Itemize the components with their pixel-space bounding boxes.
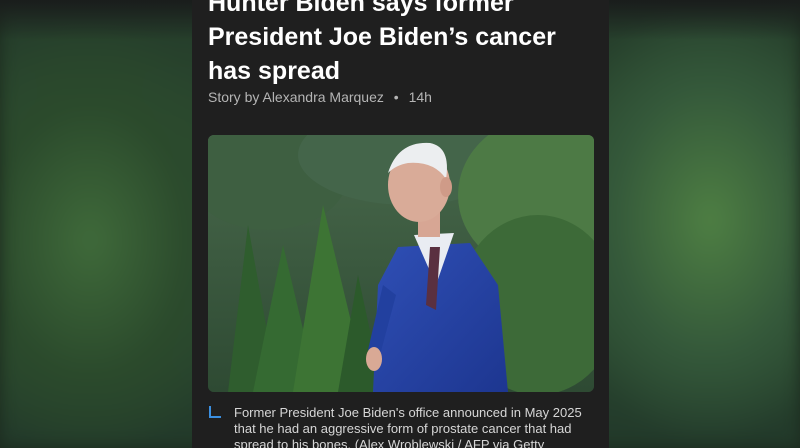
article-byline: Story by Alexandra Marquez • 14h: [208, 88, 432, 106]
article-headline[interactable]: Hunter Biden says former President Joe B…: [208, 0, 598, 88]
photo-caption: Former President Joe Biden's office anno…: [234, 405, 582, 448]
article-panel: Hunter Biden says former President Joe B…: [192, 0, 609, 448]
caption-corner-icon: [209, 406, 221, 418]
byline-prefix: Story by: [208, 89, 260, 105]
article-age: 14h: [408, 89, 432, 105]
author-name[interactable]: Alexandra Marquez: [262, 89, 383, 105]
photo-illustration: [208, 135, 594, 392]
article-photo[interactable]: [208, 135, 594, 392]
byline-separator: •: [393, 89, 399, 105]
